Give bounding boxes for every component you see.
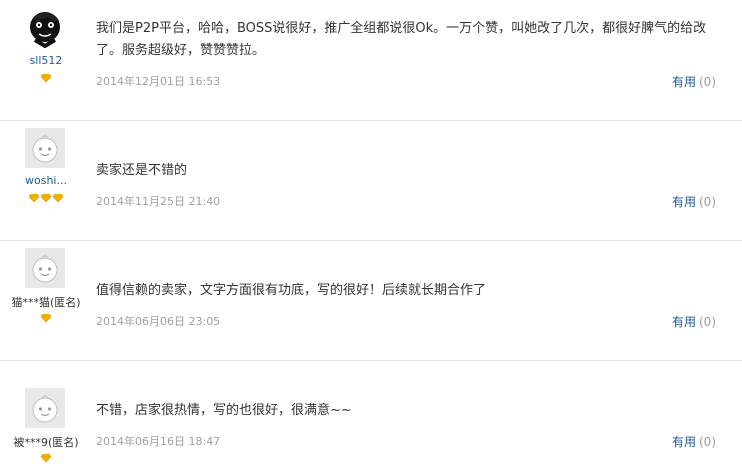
username-label: 被***9(匿名) xyxy=(13,436,79,449)
diamond-badge-icon xyxy=(40,313,52,323)
useful-vote: 有用 (0) xyxy=(672,193,716,210)
useful-count: (0) xyxy=(699,195,716,209)
credit-badges xyxy=(0,453,92,463)
default-avatar-icon[interactable] xyxy=(25,248,65,288)
diamond-badge-icon xyxy=(40,193,52,203)
review-text: 卖家还是不错的 xyxy=(96,163,188,178)
useful-vote: 有用 (0) xyxy=(672,313,716,330)
useful-count: (0) xyxy=(699,75,716,89)
review-item: 被***9(匿名) 不错，店家很热情，写的也很好，很满意~~ 2014年06月1… xyxy=(0,360,742,464)
review-date: 2014年06月06日 23:05 xyxy=(96,315,221,328)
review-text: 不错，店家很热情，写的也很好，很满意~~ xyxy=(96,403,352,418)
review-date: 2014年11月25日 21:40 xyxy=(96,195,221,208)
diamond-badge-icon xyxy=(40,453,52,463)
username-label: 猫***猫(匿名) xyxy=(11,296,81,309)
credit-badges xyxy=(0,73,92,83)
review-text: 值得信赖的卖家，文字方面很有功底，写的很好！后续就长期合作了 xyxy=(96,283,487,298)
useful-button[interactable]: 有用 xyxy=(672,435,696,449)
useful-button[interactable]: 有用 xyxy=(672,315,696,329)
diamond-badge-icon xyxy=(28,193,40,203)
diamond-badge-icon xyxy=(40,73,52,83)
useful-count: (0) xyxy=(699,315,716,329)
default-avatar-icon[interactable] xyxy=(25,128,65,168)
diamond-badge-icon xyxy=(52,193,64,203)
review-item: woshi... 卖家还是不错的 2014年11月25日 21:40 有用 (0) xyxy=(0,120,742,241)
review-item: sll512 我们是P2P平台，哈哈，BOSS说很好，推广全组都说很Ok。一万个… xyxy=(0,0,742,121)
useful-button[interactable]: 有用 xyxy=(672,195,696,209)
useful-count: (0) xyxy=(699,435,716,449)
user-avatar-icon[interactable] xyxy=(25,8,65,49)
review-item: 猫***猫(匿名) 值得信赖的卖家，文字方面很有功底，写的很好！后续就长期合作了… xyxy=(0,240,742,361)
useful-vote: 有用 (0) xyxy=(672,433,716,450)
credit-badges xyxy=(0,313,92,323)
review-date: 2014年12月01日 16:53 xyxy=(96,75,221,88)
review-date: 2014年06月16日 18:47 xyxy=(96,435,221,448)
useful-button[interactable]: 有用 xyxy=(672,75,696,89)
review-text: 我们是P2P平台，哈哈，BOSS说很好，推广全组都说很Ok。一万个赞，叫她改了几… xyxy=(96,21,707,58)
username-link[interactable]: woshi... xyxy=(0,174,92,187)
username-link[interactable]: sll512 xyxy=(0,54,92,67)
useful-vote: 有用 (0) xyxy=(672,73,716,90)
credit-badges xyxy=(0,193,92,203)
default-avatar-icon[interactable] xyxy=(25,388,65,428)
